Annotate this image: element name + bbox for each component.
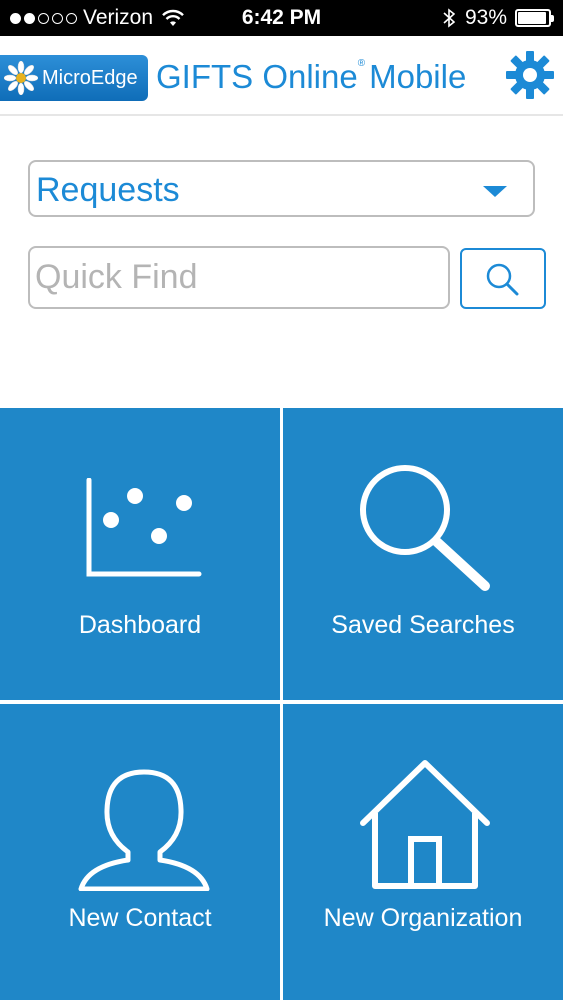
logo-text: MicroEdge (42, 66, 138, 89)
app-title-primary: GIFTS Online (156, 58, 358, 95)
new-contact-label: New Contact (68, 904, 212, 932)
search-button[interactable] (460, 248, 546, 309)
chevron-down-icon (483, 186, 507, 197)
new-contact-tile[interactable]: New Contact (0, 704, 280, 1000)
app-title-secondary: Mobile (369, 58, 467, 95)
person-icon (78, 769, 210, 891)
settings-gear-icon[interactable] (505, 50, 555, 100)
quick-find-input[interactable] (28, 246, 450, 309)
dashboard-label: Dashboard (78, 611, 202, 639)
house-icon (360, 760, 490, 889)
bluetooth-icon (443, 8, 455, 28)
saved-searches-label: Saved Searches (331, 611, 515, 639)
battery-percent: 93% (464, 6, 507, 29)
status-right: 93% (443, 6, 554, 30)
saved-searches-tile[interactable]: Saved Searches (283, 408, 563, 700)
app-title: GIFTS Online® Mobile (156, 58, 466, 96)
category-select[interactable]: Requests (28, 160, 535, 217)
trademark-mark: ® (357, 58, 366, 69)
magnifier-icon (360, 465, 490, 591)
category-select-value: Requests (36, 171, 180, 209)
microedge-logo: MicroEdge (0, 55, 148, 101)
new-organization-label: New Organization (323, 904, 523, 932)
dashboard-tile[interactable]: Dashboard (0, 408, 280, 700)
daisy-logo-icon (4, 61, 38, 95)
battery-icon (515, 9, 554, 27)
new-organization-tile[interactable]: New Organization (283, 704, 563, 1000)
status-bar: Verizon 6:42 PM 93% (0, 0, 563, 36)
scatter-chart-icon (86, 478, 202, 577)
tile-grid: Dashboard Saved Searches New Contact New… (0, 408, 563, 1000)
app-header: MicroEdge GIFTS Online® Mobile (0, 36, 563, 116)
search-icon (486, 263, 519, 296)
